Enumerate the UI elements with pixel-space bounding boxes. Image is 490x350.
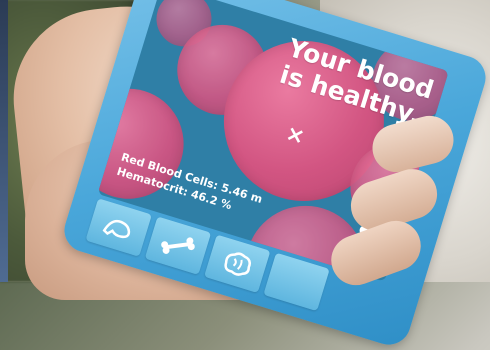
left-edge-strip [0,0,8,282]
bone-icon [161,237,195,254]
muscle-arm-icon [102,219,131,239]
brain-icon [224,252,251,276]
